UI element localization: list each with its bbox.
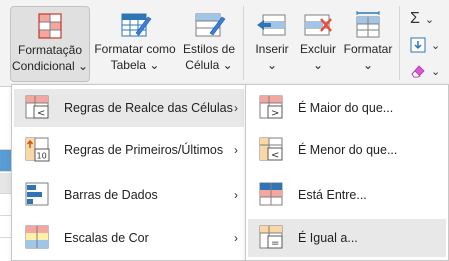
conditional-formatting-menu: < Regras de Realce das Células › 10 Regr… [11,84,247,261]
chevron-down-icon: ⌄ [266,58,278,72]
chevron-right-icon: › [234,188,238,202]
chevron-down-icon: ⌄ [149,58,160,72]
top-bottom-rules-icon-number: 10 [37,152,47,161]
svg-text:>: > [271,108,279,119]
highlight-cells-rules-icon: < [24,94,52,122]
cell-styles-icon [192,11,226,41]
chevron-down-icon: ⌄ [78,59,89,73]
autosum-button[interactable]: Σ ⌄ [410,8,446,30]
submenu-item-less-than[interactable]: < É Menor do que... [248,131,446,169]
chevron-right-icon: › [234,231,238,245]
submenu-item-equal-to[interactable]: = É Igual a... [248,219,446,257]
delete-button[interactable]: Excluir ⌄ [296,6,340,82]
submenu-item-label: É Maior do que... [298,101,394,115]
chevron-right-icon: › [234,101,238,115]
ribbon: Formatação Condicional ⌄ Formatar como T… [0,0,449,86]
conditional-formatting-label-2-wrap: Condicional ⌄ [12,58,88,74]
autosum-icon: Σ [410,10,420,27]
chevron-down-icon: ⌄ [424,13,435,26]
insert-button[interactable]: Inserir ⌄ [250,6,294,82]
between-icon [258,181,286,209]
svg-text:<: < [37,108,45,119]
menu-item-label: Regras de Realce das Células [64,101,233,115]
submenu-item-label: É Menor do que... [298,143,398,157]
format-as-table-label-2: Tabela [110,58,146,72]
svg-text:=: = [271,238,279,249]
cell-styles-label-2: Célula [185,58,220,72]
delete-label: Excluir [299,42,336,56]
eraser-icon [411,65,425,78]
cell-styles-label-1: Estilos de [182,42,236,56]
highlight-cells-rules-submenu: > É Maior do que... < É Menor do que... [245,84,449,261]
cell-styles-button[interactable]: Estilos de Célula ⌄ [180,6,238,82]
fill-button[interactable]: ⌄ [410,34,446,56]
menu-item-label: Barras de Dados [64,188,158,202]
ribbon-separator [399,6,400,80]
delete-cells-icon [301,11,335,41]
submenu-item-label: É Igual a... [298,231,358,245]
format-as-table-button[interactable]: Formatar como Tabela ⌄ [92,6,178,82]
clear-button[interactable]: ⌄ [410,60,446,82]
menu-item-label: Regras de Primeiros/Últimos [64,143,224,157]
submenu-item-between[interactable]: Está Entre... [248,176,446,214]
chevron-down-icon: ⌄ [431,39,441,52]
format-as-table-label-1: Formatar como [94,42,176,56]
ribbon-separator [243,6,244,80]
conditional-formatting-icon [33,12,67,42]
format-button[interactable]: Formatar ⌄ [342,6,394,82]
cell-styles-label-2-wrap: Célula ⌄ [185,57,232,73]
conditional-formatting-label-2: Condicional [11,59,75,73]
data-bars-icon [24,181,52,209]
submenu-item-label: Está Entre... [298,188,367,202]
color-scales-icon [24,224,52,252]
chevron-down-icon: ⌄ [362,58,374,72]
format-cells-icon [351,11,385,41]
insert-cells-icon [255,11,289,41]
menu-item-color-scales[interactable]: Escalas de Cor › [14,219,244,257]
format-as-table-icon [118,11,152,41]
chevron-down-icon: ⌄ [431,65,441,78]
fill-down-icon [410,37,426,53]
conditional-formatting-button[interactable]: Formatação Condicional ⌄ [10,6,90,82]
equal-to-icon: = [258,224,286,252]
chevron-down-icon: ⌄ [312,58,324,72]
menu-item-label: Escalas de Cor [64,231,149,245]
format-as-table-label-2-wrap: Tabela ⌄ [111,57,160,73]
less-than-icon: < [258,136,286,164]
svg-text:<: < [271,150,279,161]
menu-item-highlight-cells-rules[interactable]: < Regras de Realce das Células › [14,89,244,127]
conditional-formatting-label-1: Formatação [17,43,83,57]
submenu-item-greater-than[interactable]: > É Maior do que... [248,89,446,127]
menu-item-data-bars[interactable]: Barras de Dados › [14,176,244,214]
format-label: Formatar [343,42,393,56]
insert-label: Inserir [255,42,289,56]
chevron-down-icon: ⌄ [222,58,233,72]
top-bottom-rules-icon: 10 [24,136,52,164]
chevron-right-icon: › [234,143,238,157]
greater-than-icon: > [258,94,286,122]
menu-item-top-bottom-rules[interactable]: 10 Regras de Primeiros/Últimos › [14,131,244,169]
